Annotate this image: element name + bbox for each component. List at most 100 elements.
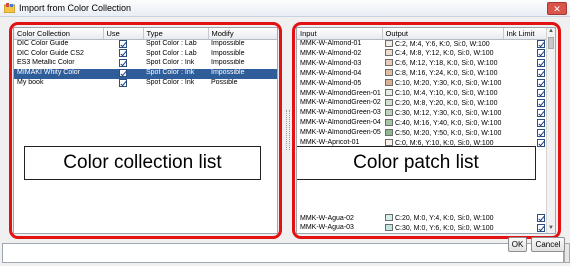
collection-name: My book [17,78,44,86]
use-checkbox[interactable] [119,59,127,67]
patch-row[interactable]: MMK-W-AlmondGreen-03 C:30, M:12, Y:30, K:… [297,108,548,119]
patch-output: C:8, M:16, Y:24, K:0, Si:0, W:100 [382,69,503,79]
ink-limit-checkbox[interactable] [537,39,545,48]
ink-limit-checkbox[interactable] [537,59,545,68]
patch-output-value: C:50, M:20, Y:50, K:0, Si:0, W:100 [395,129,502,137]
patch-output: C:50, M:20, Y:50, K:0, Si:0, W:100 [382,128,503,139]
patch-output-value: C:6, M:12, Y:18, K:0, Si:0, W:100 [395,60,498,68]
patch-row[interactable]: MMK-W-Almond-05 C:10, M:20, Y:30, K:0, Si… [297,79,548,89]
collection-row[interactable]: My book Spot Color : Ink Possible [14,78,277,89]
column-header-input[interactable]: Input [297,28,383,40]
patch-row[interactable]: MMK-W-AlmondGreen-05 C:50, M:20, Y:50, K:… [297,128,548,139]
cancel-button[interactable]: Cancel [531,237,565,252]
patch-scrollbar[interactable]: ▲ ▼ [546,28,555,233]
collection-type: Spot Color : Ink [146,78,195,86]
collection-row[interactable]: DIC Color Guide Spot Color : Lab Impossi… [14,39,277,49]
patch-row[interactable]: MMK-W-Almond-03 C:6, M:12, Y:18, K:0, Si:… [297,59,548,69]
patch-output: C:4, M:8, Y:12, K:0, Si:0, W:100 [382,49,503,59]
patch-output: C:10, M:4, Y:10, K:0, Si:0, W:100 [382,89,503,99]
color-patch-panel: Input Output Ink Limit MMK-W-Almond-01 C:… [296,27,556,234]
collection-modify: Impossible [208,68,277,79]
collection-type: Spot Color : Lab [146,39,197,47]
patch-output-value: C:20, M:8, Y:20, K:0, Si:0, W:100 [395,99,498,107]
ink-limit-checkbox[interactable] [537,69,545,78]
patch-row[interactable]: MMK-W-Almond-02 C:4, M:8, Y:12, K:0, Si:0… [297,49,548,59]
patch-input: MMK-W-Agua-03 [300,224,354,232]
patch-input: MMK-W-Almond-05 [300,79,362,87]
column-header-modify[interactable]: Modify [208,28,277,40]
column-header-type[interactable]: Type [143,28,209,40]
patch-row[interactable]: MMK-W-AlmondGreen-04 C:40, M:16, Y:40, K:… [297,118,548,129]
patch-row[interactable]: MMK-W-Almond-04 C:8, M:16, Y:24, K:0, Si:… [297,69,548,79]
use-checkbox[interactable] [119,39,127,48]
patch-output: C:20, M:0, Y:4, K:0, Si:0, W:100 [382,214,503,224]
use-checkbox[interactable] [119,49,127,58]
ink-limit-checkbox[interactable] [537,214,545,223]
color-swatch [385,223,393,231]
patch-row[interactable]: MMK-W-Almond-01 C:2, M:4, Y:6, K:0, Si:0,… [297,39,548,49]
ink-limit-checkbox[interactable] [537,99,545,108]
column-header-output[interactable]: Output [382,28,504,40]
ink-limit-checkbox[interactable] [537,118,545,127]
patch-output: C:30, M:0, Y:6, K:0, Si:0, W:100 [382,223,503,233]
collection-modify: Impossible [211,49,245,57]
message-field[interactable] [2,243,564,263]
close-button[interactable]: ✕ [547,2,567,15]
patch-row[interactable]: MMK-W-AlmondGreen-02 C:20, M:8, Y:20, K:0… [297,98,548,109]
collection-name: ES3 Metallic Color [17,59,75,67]
collection-type: Spot Color : Ink [143,68,208,79]
color-swatch [385,59,393,67]
collection-row[interactable]: ES3 Metallic Color Spot Color : Ink Impo… [14,59,277,69]
patch-output-value: C:20, M:0, Y:4, K:0, Si:0, W:100 [395,215,494,222]
collection-row[interactable]: DIC Color Guide CS2 Spot Color : Lab Imp… [14,49,277,59]
patch-output-value: C:10, M:4, Y:10, K:0, Si:0, W:100 [395,90,498,98]
collection-row-selected[interactable]: MIMAKI Whity Color Spot Color : Ink Impo… [14,68,277,79]
ink-limit-checkbox[interactable] [537,79,545,88]
color-collection-panel: Color Collection Use Type Modify DIC Col… [13,27,278,234]
panel-splitter[interactable] [286,110,290,150]
ink-limit-checkbox[interactable] [537,108,545,117]
patch-row[interactable]: MMK-W-Agua-02 C:20, M:0, Y:4, K:0, Si:0, … [297,214,548,224]
patch-output-value: C:2, M:4, Y:6, K:0, Si:0, W:100 [395,40,490,48]
patch-table-bottom: MMK-W-Agua-02 C:20, M:0, Y:4, K:0, Si:0, … [297,214,548,233]
color-swatch [385,98,393,106]
scroll-up-icon[interactable]: ▲ [547,28,555,36]
column-header-ink-limit[interactable]: Ink Limit [503,28,549,40]
color-swatch [385,89,393,97]
patch-output: C:10, M:20, Y:30, K:0, Si:0, W:100 [382,79,503,89]
scroll-thumb[interactable] [548,37,554,49]
ok-button[interactable]: OK [508,237,527,252]
patch-list-callout: Color patch list [297,146,536,180]
color-swatch [385,138,393,146]
patch-input: MMK-W-AlmondGreen-04 [300,119,381,127]
patch-input: MMK-W-AlmondGreen-02 [300,99,381,107]
use-checkbox[interactable] [119,68,127,77]
collection-header-row: Color Collection Use Type Modify [14,28,277,40]
scroll-down-icon[interactable]: ▼ [547,225,555,233]
patch-output-value: C:30, M:12, Y:30, K:0, Si:0, W:100 [395,109,502,117]
ink-limit-checkbox[interactable] [537,49,545,58]
patch-input: MMK-W-AlmondGreen-01 [300,89,381,97]
collection-name: DIC Color Guide CS2 [17,49,84,57]
column-header-collection[interactable]: Color Collection [14,28,104,40]
ink-limit-checkbox[interactable] [537,89,545,98]
patch-input: MMK-W-Almond-03 [300,59,362,67]
patch-output: C:6, M:12, Y:18, K:0, Si:0, W:100 [382,59,503,69]
patch-output-value: C:10, M:20, Y:30, K:0, Si:0, W:100 [395,80,502,88]
color-swatch [385,214,393,221]
app-icon [4,3,15,13]
ink-limit-checkbox[interactable] [537,223,545,232]
ink-limit-checkbox[interactable] [537,138,545,147]
patch-row[interactable]: MMK-W-AlmondGreen-01 C:10, M:4, Y:10, K:0… [297,89,548,99]
color-swatch [385,128,393,136]
patch-header-row: Input Output Ink Limit [297,28,549,40]
use-checkbox[interactable] [119,78,127,87]
patch-input: MMK-W-Agua-02 [300,214,354,222]
patch-row[interactable]: MMK-W-Agua-03 C:30, M:0, Y:6, K:0, Si:0, … [297,223,548,233]
collection-table: Color Collection Use Type Modify DIC Col… [14,28,277,89]
column-header-use[interactable]: Use [103,28,144,40]
patch-output-value: C:8, M:16, Y:24, K:0, Si:0, W:100 [395,70,498,78]
patch-output-value: C:40, M:16, Y:40, K:0, Si:0, W:100 [395,119,502,127]
patch-input: MMK-W-Almond-01 [300,40,362,47]
ink-limit-checkbox[interactable] [537,128,545,137]
